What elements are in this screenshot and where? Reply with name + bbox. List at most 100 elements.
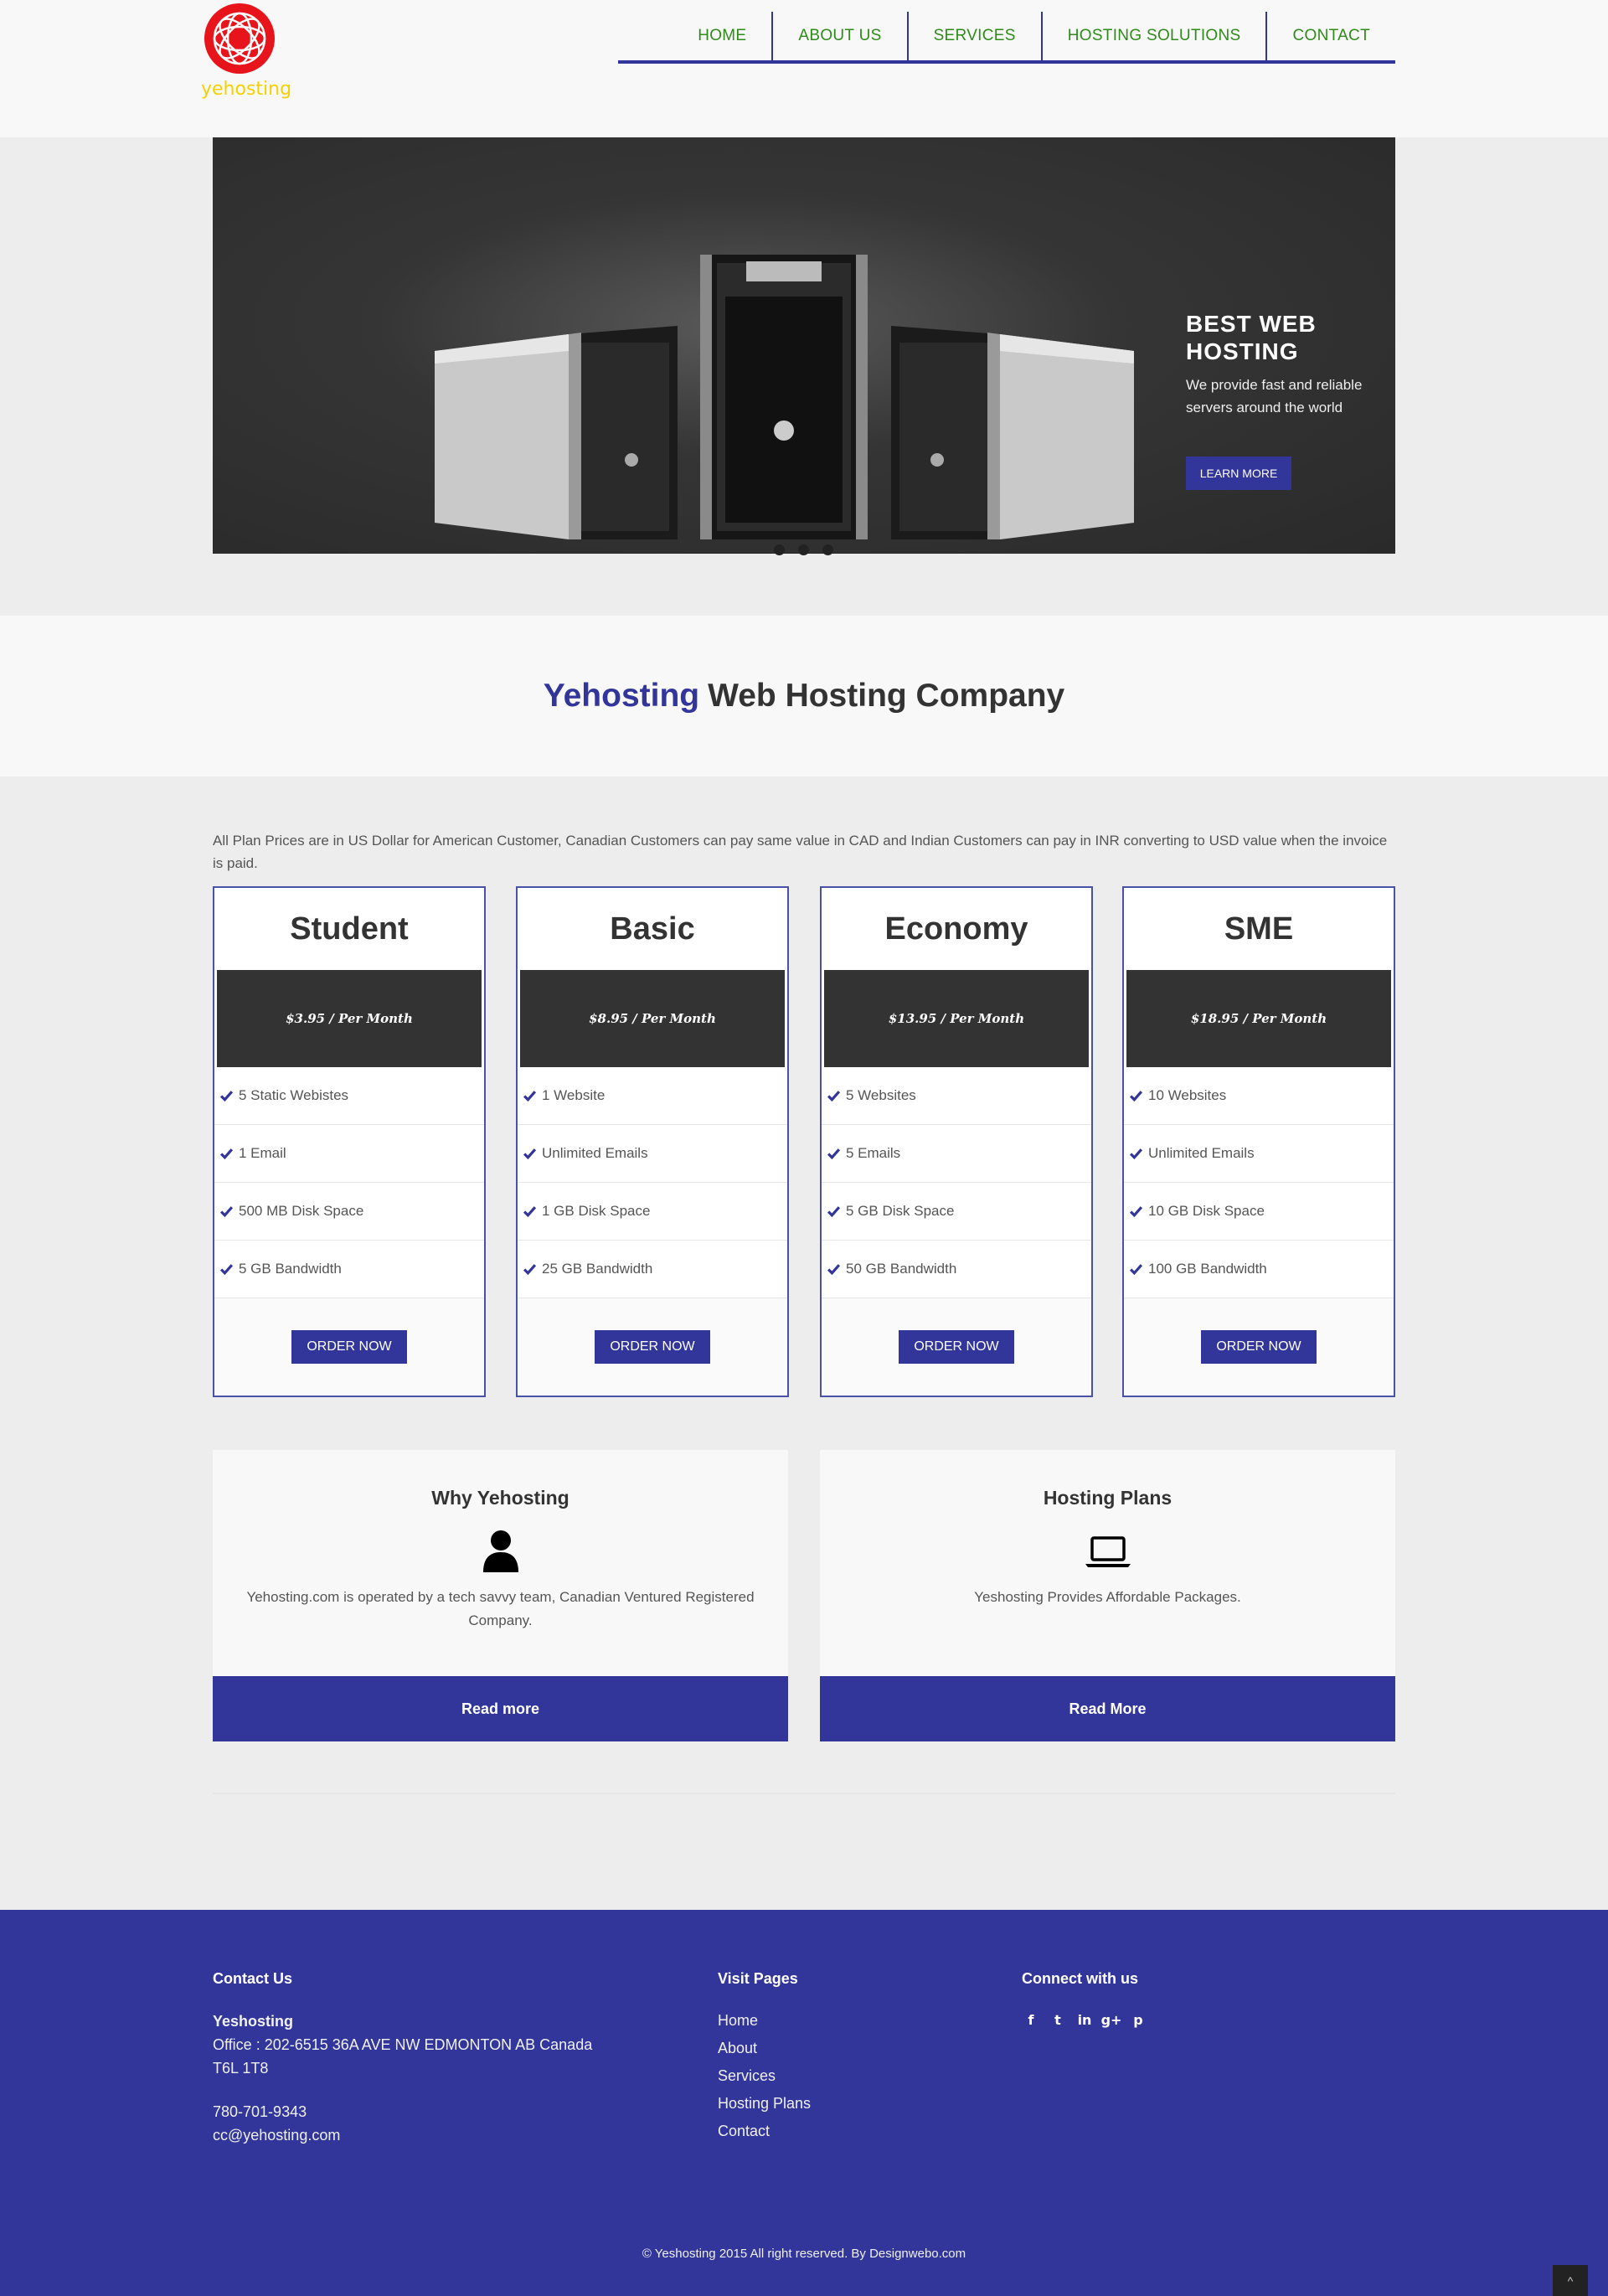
footer-link-home[interactable]: Home xyxy=(718,2012,811,2040)
user-icon xyxy=(482,1530,518,1572)
plan-feature-text: 1 Website xyxy=(542,1087,606,1103)
hero-slider: BEST WEB HOSTING We provide fast and rel… xyxy=(213,137,1395,554)
plan-feature: 25 GB Bandwidth xyxy=(518,1241,787,1298)
nav-about-us[interactable]: ABOUT US xyxy=(771,12,906,60)
plan-feature: 50 GB Bandwidth xyxy=(822,1241,1091,1298)
nav-home[interactable]: HOME xyxy=(673,12,771,60)
visit-pages-heading: Visit Pages xyxy=(718,1970,798,1987)
check-icon xyxy=(219,1148,234,1159)
plan-card-sme: SME $18.95 / Per Month 10 Websites Unlim… xyxy=(1122,886,1395,1397)
site-footer: Contact Us Yeshosting Office : 202-6515 … xyxy=(0,1910,1608,2296)
nav-hosting-solutions[interactable]: HOSTING SOLUTIONS xyxy=(1040,12,1266,60)
connect-heading: Connect with us xyxy=(1022,1970,1138,1987)
plan-feature: 5 GB Bandwidth xyxy=(214,1241,484,1298)
plan-feature: Unlimited Emails xyxy=(518,1125,787,1183)
order-now-button[interactable]: ORDER NOW xyxy=(595,1330,710,1364)
plan-feature: 1 Email xyxy=(214,1125,484,1183)
copyright: © Yeshosting 2015 All right reserved. By… xyxy=(642,2247,966,2261)
plan-feature: 1 Website xyxy=(518,1067,787,1125)
plan-name: Economy xyxy=(884,911,1028,947)
check-icon xyxy=(1129,1090,1143,1102)
plan-feature-text: 5 Websites xyxy=(846,1087,916,1103)
check-icon xyxy=(827,1263,841,1275)
plan-feature: 10 Websites xyxy=(1124,1067,1394,1125)
plan-feature: 10 GB Disk Space xyxy=(1124,1183,1394,1241)
check-icon xyxy=(219,1263,234,1275)
linkedin-icon[interactable]: in xyxy=(1075,2010,1094,2029)
plan-name: Student xyxy=(290,911,409,947)
pinterest-icon[interactable]: p xyxy=(1129,2010,1147,2029)
plan-card-economy: Economy $13.95 / Per Month 5 Websites 5 … xyxy=(820,886,1093,1397)
social-links: f t in g+ p xyxy=(1022,2010,1147,2029)
company-brand: Yehosting xyxy=(543,678,700,714)
plan-feature: 500 MB Disk Space xyxy=(214,1183,484,1241)
check-icon xyxy=(523,1263,537,1275)
learn-more-button[interactable]: LEARN MORE xyxy=(1186,457,1291,490)
slide-text: We provide fast and reliable servers aro… xyxy=(1186,377,1363,415)
info-box-hosting-plans: Hosting Plans Yeshosting Provides Afford… xyxy=(820,1450,1395,1741)
check-icon xyxy=(523,1148,537,1159)
plan-feature-text: 10 Websites xyxy=(1148,1087,1227,1103)
plan-feature-text: 10 GB Disk Space xyxy=(1148,1203,1265,1219)
footer-links: Home About Services Hosting Plans Contac… xyxy=(718,2012,811,2150)
footer-address-line2: T6L 1T8 xyxy=(213,2060,269,2077)
footer-email[interactable]: cc@yehosting.com xyxy=(213,2123,340,2147)
plan-feature-text: 1 GB Disk Space xyxy=(542,1203,651,1219)
plan-name: SME xyxy=(1224,911,1294,947)
plan-feature-text: 5 GB Disk Space xyxy=(846,1203,955,1219)
check-icon xyxy=(827,1148,841,1159)
order-now-button[interactable]: ORDER NOW xyxy=(291,1330,407,1364)
plan-price: $18.95 / Per Month xyxy=(1126,970,1391,1067)
plan-feature-text: 500 MB Disk Space xyxy=(239,1203,364,1219)
logo-text[interactable]: yehosting xyxy=(201,79,291,100)
footer-phone[interactable]: 780-701-9343 xyxy=(213,2100,307,2123)
google-plus-icon[interactable]: g+ xyxy=(1101,2010,1122,2029)
info-text: Yeshosting Provides Affordable Packages. xyxy=(974,1589,1241,1605)
section-divider xyxy=(213,1793,1395,1794)
footer-link-hosting-plans[interactable]: Hosting Plans xyxy=(718,2095,811,2123)
company-tagline: Web Hosting Company xyxy=(708,678,1065,714)
footer-link-services[interactable]: Services xyxy=(718,2067,811,2095)
plan-feature-text: 25 GB Bandwidth xyxy=(542,1261,653,1277)
facebook-icon[interactable]: f xyxy=(1022,2010,1040,2029)
slider-dot[interactable] xyxy=(798,544,809,555)
info-title: Why Yehosting xyxy=(431,1487,570,1509)
nav-contact[interactable]: CONTACT xyxy=(1265,12,1395,60)
plan-price: $13.95 / Per Month xyxy=(824,970,1089,1067)
back-to-top-icon[interactable]: ^ xyxy=(1553,2265,1588,2296)
slider-dot[interactable] xyxy=(822,544,833,555)
order-area: ORDER NOW xyxy=(518,1298,787,1396)
server-image-right xyxy=(891,326,1134,539)
info-text: Yehosting.com is operated by a tech savv… xyxy=(246,1589,755,1628)
read-more-button[interactable]: Read More xyxy=(820,1676,1395,1741)
logo-icon[interactable] xyxy=(203,2,276,75)
site-header: yehosting HOME ABOUT US SERVICES HOSTING… xyxy=(0,0,1608,137)
main-nav: HOME ABOUT US SERVICES HOSTING SOLUTIONS… xyxy=(618,12,1395,64)
plan-feature: Unlimited Emails xyxy=(1124,1125,1394,1183)
footer-link-about[interactable]: About xyxy=(718,2040,811,2067)
footer-address-line1: Office : 202-6515 36A AVE NW EDMONTON AB… xyxy=(213,2036,593,2053)
check-icon xyxy=(1129,1205,1143,1217)
order-now-button[interactable]: ORDER NOW xyxy=(899,1330,1014,1364)
order-area: ORDER NOW xyxy=(214,1298,484,1396)
plan-feature: 1 GB Disk Space xyxy=(518,1183,787,1241)
nav-services[interactable]: SERVICES xyxy=(906,12,1041,60)
check-icon xyxy=(1129,1148,1143,1159)
plan-feature-text: 50 GB Bandwidth xyxy=(846,1261,957,1277)
server-image-left xyxy=(435,326,678,539)
footer-company: Yeshosting xyxy=(213,2013,294,2030)
plan-price: $3.95 / Per Month xyxy=(217,970,482,1067)
order-now-button[interactable]: ORDER NOW xyxy=(1201,1330,1317,1364)
company-heading: Yehosting Web Hosting Company xyxy=(0,616,1608,777)
read-more-button[interactable]: Read more xyxy=(213,1676,788,1741)
plan-feature-text: 5 Static Webistes xyxy=(239,1087,349,1103)
plan-feature-text: 5 Emails xyxy=(846,1145,901,1161)
plan-feature: 5 Static Webistes xyxy=(214,1067,484,1125)
footer-link-contact[interactable]: Contact xyxy=(718,2123,811,2150)
slider-dot[interactable] xyxy=(774,544,785,555)
twitter-icon[interactable]: t xyxy=(1049,2010,1067,2029)
check-icon xyxy=(219,1205,234,1217)
plan-feature: 100 GB Bandwidth xyxy=(1124,1241,1394,1298)
plan-feature-text: 5 GB Bandwidth xyxy=(239,1261,342,1277)
info-title: Hosting Plans xyxy=(1043,1487,1172,1509)
